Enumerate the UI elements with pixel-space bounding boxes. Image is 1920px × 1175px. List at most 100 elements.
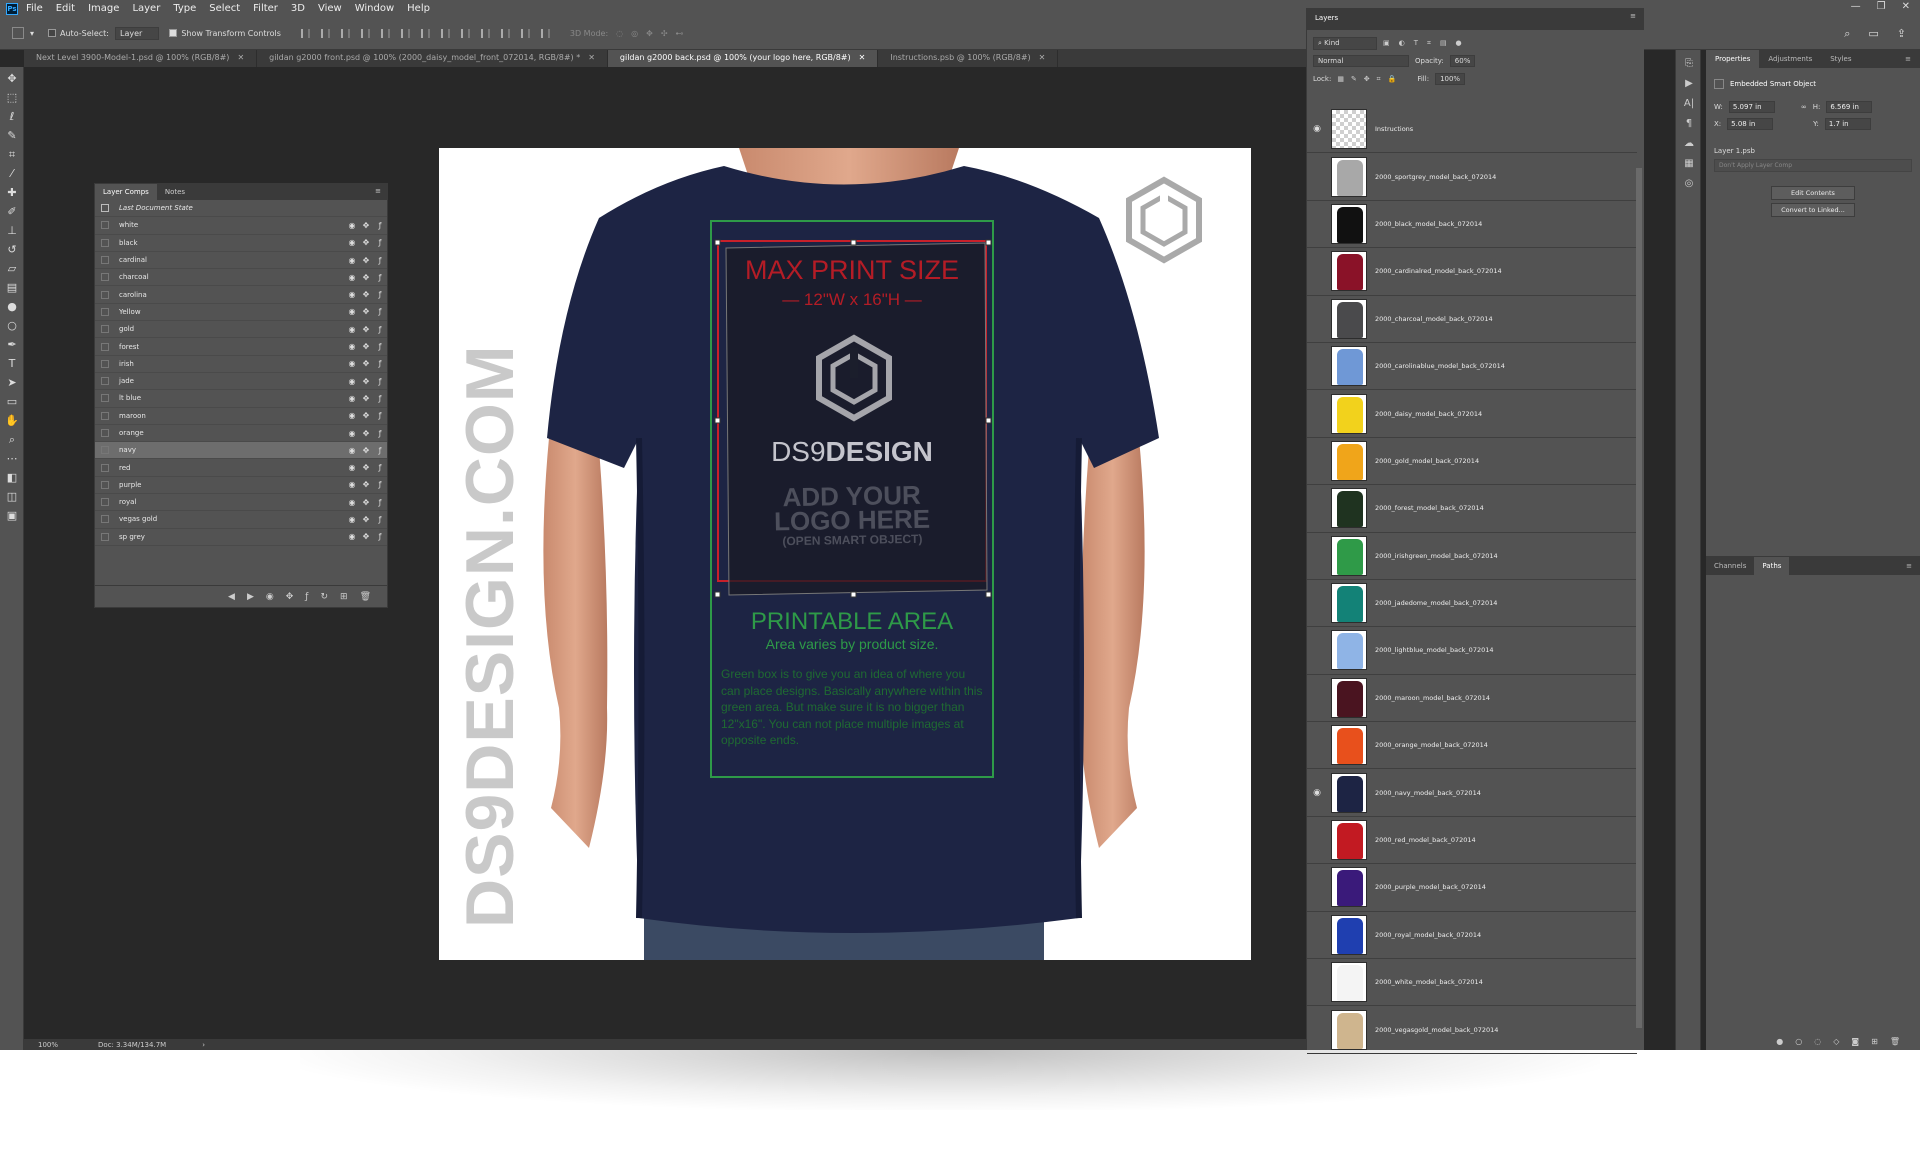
type-tool-icon[interactable]: T (5, 357, 19, 371)
zoom-tool-icon[interactable]: ⌕ (5, 433, 19, 447)
comp-apply-icon[interactable] (101, 377, 109, 386)
align-bottom-icon[interactable] (340, 28, 350, 38)
tab-adjustments[interactable]: Adjustments (1759, 50, 1821, 68)
distribute-bottom-icon[interactable] (460, 28, 470, 38)
menu-edit[interactable]: Edit (56, 3, 75, 14)
position-icon[interactable]: ✥ (359, 515, 373, 524)
tab-instructions[interactable]: Instructions.psb @ 100% (RGB/8#) ✕ (878, 50, 1059, 67)
comp-apply-icon[interactable] (101, 463, 109, 472)
eye-icon[interactable]: ◉ (1307, 124, 1327, 134)
auto-select-checkbox[interactable] (48, 29, 57, 37)
layer-comp-item[interactable]: orange ◉ ✥ ƒ (95, 425, 387, 443)
fill-input[interactable]: 100% (1435, 73, 1466, 85)
layer-comp-item[interactable]: Yellow ◉ ✥ ƒ (95, 304, 387, 322)
layers-scrollbar[interactable] (1636, 168, 1642, 1028)
position-icon[interactable]: ✥ (359, 342, 373, 351)
fx-icon[interactable]: ƒ (373, 290, 387, 299)
close-tab-icon[interactable]: ✕ (588, 53, 595, 62)
menu-3d[interactable]: 3D (291, 3, 305, 14)
menu-select[interactable]: Select (209, 3, 240, 14)
position-icon[interactable]: ✥ (359, 498, 373, 507)
layer-row[interactable]: 2000_carolinablue_model_back_072014 (1307, 343, 1637, 391)
new-path-icon[interactable]: ⊞ (1871, 1037, 1878, 1046)
filter-type-icons[interactable]: ▣◐T⌗▤● (1383, 39, 1471, 48)
tab-gildan-back[interactable]: gildan g2000 back.psd @ 100% (your logo … (607, 50, 879, 67)
tab-channels[interactable]: Channels (1706, 557, 1754, 575)
new-comp-icon[interactable]: ⊞ (340, 592, 348, 602)
menu-type[interactable]: Type (173, 3, 196, 14)
healing-tool-icon[interactable]: ✚ (5, 186, 19, 200)
hand-tool-icon[interactable]: ✋ (5, 414, 19, 428)
distribute-left-icon[interactable] (480, 28, 490, 38)
fill-path-icon[interactable]: ● (1776, 1037, 1783, 1046)
show-transform-checkbox[interactable] (169, 29, 178, 37)
actions-icon[interactable]: ▶ (1683, 78, 1695, 90)
layer-row[interactable]: 2000_cardinalred_model_back_072014 (1307, 248, 1637, 296)
distribute-hcenter-icon[interactable] (500, 28, 510, 38)
update-comp-icon[interactable]: ↻ (320, 592, 328, 602)
creative-cloud-icon[interactable]: ◎ (1683, 178, 1695, 190)
layer-row[interactable]: ◉ Instructions (1307, 106, 1637, 154)
layer-row[interactable]: 2000_lightblue_model_back_072014 (1307, 627, 1637, 675)
tab-next-level[interactable]: Next Level 3900-Model-1.psd @ 100% (RGB/… (24, 50, 258, 67)
close-tab-icon[interactable]: ✕ (237, 53, 244, 62)
more-tools-icon[interactable]: ⋯ (5, 452, 19, 466)
gradient-tool-icon[interactable]: ▤ (5, 281, 19, 295)
comp-apply-icon[interactable] (101, 411, 109, 420)
visibility-icon[interactable]: ◉ (345, 256, 359, 265)
fx-icon[interactable]: ƒ (373, 532, 387, 541)
close-icon[interactable]: ✕ (1902, 1, 1910, 12)
comp-apply-icon[interactable] (101, 394, 109, 403)
comp-apply-icon[interactable] (101, 532, 109, 541)
fx-icon[interactable]: ƒ (373, 359, 387, 368)
paragraph-icon[interactable]: ¶ (1683, 118, 1695, 130)
layer-row[interactable]: ◉ 2000_navy_model_back_072014 (1307, 769, 1637, 817)
auto-select-dropdown[interactable]: Layer (115, 26, 160, 40)
fx-icon[interactable]: ƒ (373, 221, 387, 230)
layer-comp-item[interactable]: gold ◉ ✥ ƒ (95, 321, 387, 339)
pen-tool-icon[interactable]: ✒ (5, 338, 19, 352)
layer-comp-item[interactable]: navy ◉ ✥ ƒ (95, 442, 387, 460)
layer-row[interactable]: 2000_jadedome_model_back_072014 (1307, 580, 1637, 628)
fx-icon[interactable]: ƒ (373, 429, 387, 438)
tab-gildan-front[interactable]: gildan g2000 front.psd @ 100% (2000_dais… (257, 50, 608, 67)
position-icon[interactable]: ✥ (359, 273, 373, 282)
layer-comp-item[interactable]: carolina ◉ ✥ ƒ (95, 286, 387, 304)
y-input[interactable]: 1.7 in (1824, 117, 1871, 130)
opacity-input[interactable]: 60% (1449, 55, 1476, 67)
status-menu-icon[interactable]: › (202, 1041, 205, 1049)
layer-comp-item[interactable]: vegas gold ◉ ✥ ƒ (95, 511, 387, 529)
tab-properties[interactable]: Properties (1706, 50, 1760, 68)
fx-icon[interactable]: ƒ (373, 498, 387, 507)
fx-icon[interactable]: ƒ (373, 238, 387, 247)
fx-icon[interactable]: ƒ (373, 446, 387, 455)
fx-icon[interactable]: ƒ (373, 273, 387, 282)
distribute-top-icon[interactable] (420, 28, 430, 38)
visibility-icon[interactable]: ◉ (345, 498, 359, 507)
convert-linked-button[interactable]: Convert to Linked... (1771, 203, 1855, 217)
layer-comp-item[interactable]: forest ◉ ✥ ƒ (95, 338, 387, 356)
position-icon[interactable]: ✥ (359, 359, 373, 368)
document-canvas[interactable]: DS9DESIGN.COM MAX PRINT SIZE — 12"W x 16… (439, 148, 1251, 960)
stroke-path-icon[interactable]: ○ (1795, 1037, 1802, 1046)
dodge-tool-icon[interactable]: ○ (5, 319, 19, 333)
visibility-icon[interactable]: ◉ (345, 463, 359, 472)
fx-icon[interactable]: ƒ (373, 342, 387, 351)
fx-icon[interactable]: ƒ (373, 377, 387, 386)
character-icon[interactable]: A| (1683, 98, 1695, 110)
visibility-icon[interactable]: ◉ (345, 446, 359, 455)
eraser-tool-icon[interactable]: ▱ (5, 262, 19, 276)
layer-row[interactable]: 2000_daisy_model_back_072014 (1307, 390, 1637, 438)
delete-comp-icon[interactable]: 🗑 (360, 592, 371, 602)
position-icon[interactable]: ✥ (359, 394, 373, 403)
position-icon[interactable]: ✥ (359, 290, 373, 299)
layer-row[interactable]: 2000_sportgrey_model_back_072014 (1307, 153, 1637, 201)
menu-layer[interactable]: Layer (132, 3, 160, 14)
visibility-comp-icon[interactable]: ◉ (266, 592, 274, 602)
comp-apply-icon[interactable] (101, 342, 109, 351)
layer-row[interactable]: 2000_vegasgold_model_back_072014 (1307, 1006, 1637, 1054)
position-icon[interactable]: ✥ (359, 221, 373, 230)
path-select-tool-icon[interactable]: ➤ (5, 376, 19, 390)
move-tool-icon[interactable] (12, 27, 24, 39)
history-brush-tool-icon[interactable]: ↺ (5, 243, 19, 257)
